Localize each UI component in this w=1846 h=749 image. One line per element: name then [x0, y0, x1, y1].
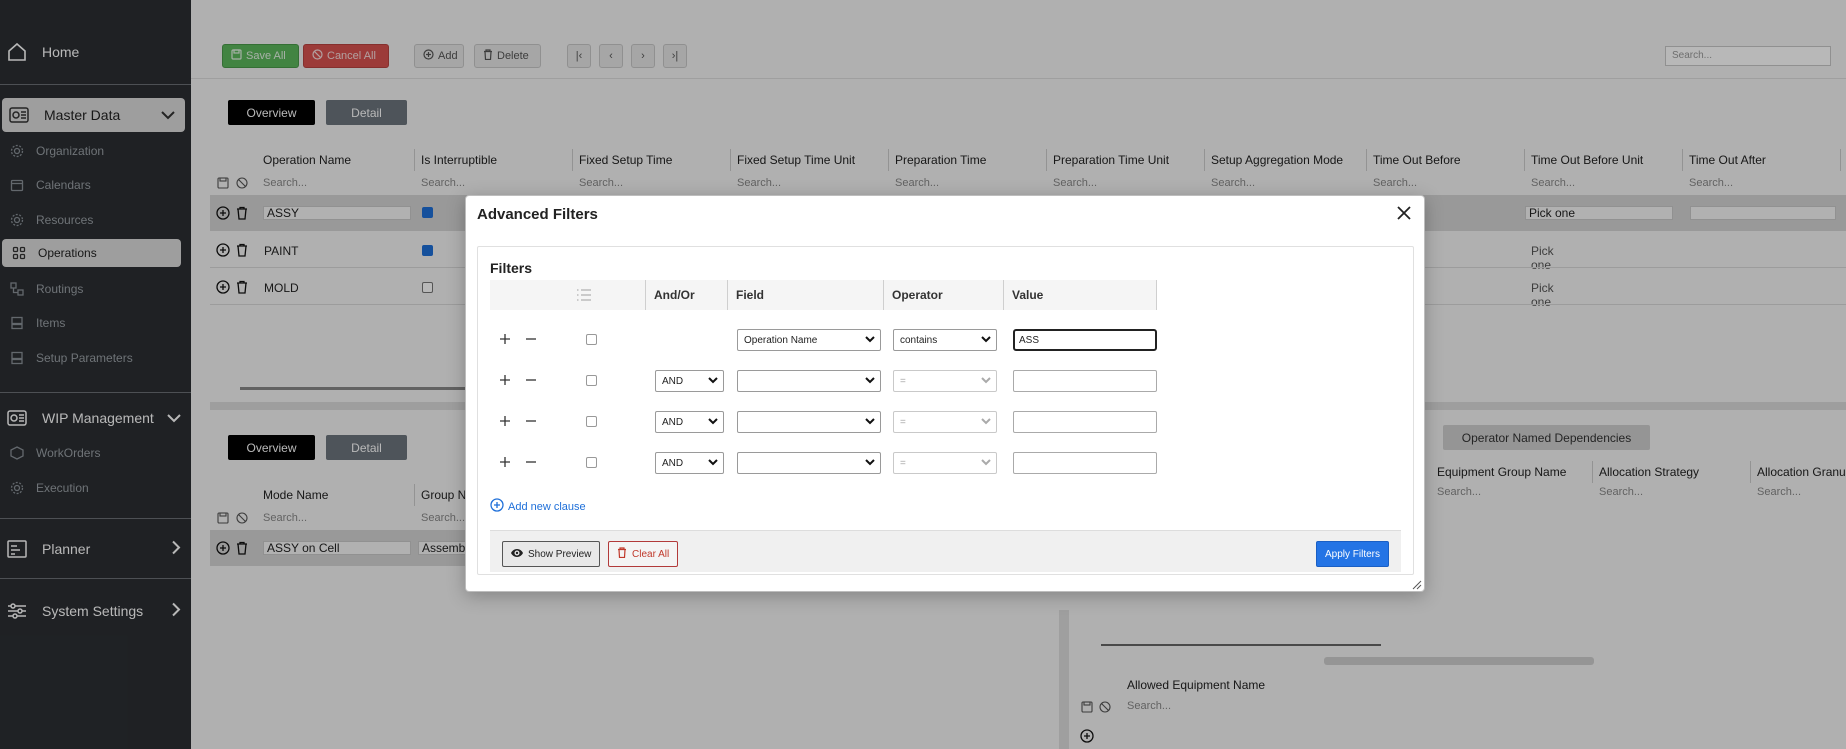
chevron-down-icon [865, 457, 875, 470]
show-preview-button[interactable]: Show Preview [502, 541, 601, 567]
value-input[interactable] [1013, 370, 1157, 392]
row-checkbox[interactable] [586, 375, 597, 386]
andor-select-value: AND [662, 457, 684, 469]
filters-heading: Filters [490, 260, 533, 276]
add-row-icon[interactable] [498, 332, 512, 346]
row-checkbox[interactable] [586, 457, 597, 468]
chevron-down-icon [981, 457, 991, 470]
filter-row: Operation Name contains ASS [490, 320, 1157, 360]
resize-handle-icon[interactable] [1412, 579, 1422, 590]
chevron-down-icon [865, 334, 875, 347]
operator-header: Operator [883, 280, 1003, 310]
chevron-down-icon [981, 334, 991, 347]
value-input[interactable] [1013, 411, 1157, 433]
chevron-down-icon [981, 416, 991, 429]
chevron-down-icon [708, 375, 718, 388]
andor-select[interactable]: AND [655, 452, 724, 474]
operator-select[interactable]: = [893, 411, 997, 433]
remove-row-icon[interactable] [524, 455, 538, 469]
filter-row: AND = [490, 402, 1157, 442]
operator-select-value: = [900, 416, 906, 428]
chevron-down-icon [981, 375, 991, 388]
value-header: Value [1003, 280, 1157, 310]
field-select[interactable] [737, 411, 881, 433]
show-preview-label: Show Preview [528, 548, 592, 560]
advanced-filters-dialog: Advanced Filters Filters And/Or Field Op… [465, 195, 1425, 592]
add-row-icon[interactable] [498, 373, 512, 387]
field-header: Field [727, 280, 883, 310]
add-row-icon[interactable] [498, 455, 512, 469]
andor-header: And/Or [645, 280, 727, 310]
add-row-icon[interactable] [498, 414, 512, 428]
remove-row-icon[interactable] [524, 414, 538, 428]
clear-all-button[interactable]: Clear All [608, 541, 679, 567]
plus-circle-icon [490, 498, 504, 515]
operator-select-value: = [900, 457, 906, 469]
andor-select-value: AND [662, 416, 684, 428]
operator-select-value: = [900, 375, 906, 387]
andor-select[interactable]: AND [655, 370, 724, 392]
close-button[interactable] [1394, 204, 1414, 224]
dialog-title: Advanced Filters [477, 206, 598, 223]
row-checkbox[interactable] [586, 416, 597, 427]
filters-panel: Filters And/Or Field Operator Value Oper… [477, 246, 1414, 575]
value-input[interactable]: ASS [1013, 329, 1157, 351]
field-select[interactable] [737, 452, 881, 474]
chevron-down-icon [865, 375, 875, 388]
operator-select[interactable]: contains [893, 329, 997, 351]
filter-row: AND = [490, 443, 1157, 483]
chevron-down-icon [708, 457, 718, 470]
andor-select-value: AND [662, 375, 684, 387]
filters-header-row: And/Or Field Operator Value [490, 280, 1157, 310]
filter-row: AND = [490, 361, 1157, 401]
remove-row-icon[interactable] [524, 332, 538, 346]
field-select[interactable] [737, 370, 881, 392]
operator-select-value: contains [900, 334, 938, 346]
row-checkbox[interactable] [586, 334, 597, 345]
remove-row-icon[interactable] [524, 373, 538, 387]
clear-all-label: Clear All [632, 548, 670, 560]
list-icon [576, 288, 592, 305]
trash-icon [617, 547, 627, 561]
field-select-value: Operation Name [744, 334, 818, 346]
operator-select[interactable]: = [893, 370, 997, 392]
dialog-footer: Show Preview Clear All Apply Filters [490, 530, 1401, 572]
add-new-clause-label: Add new clause [508, 500, 586, 513]
apply-filters-button[interactable]: Apply Filters [1315, 541, 1389, 567]
operator-select[interactable]: = [893, 452, 997, 474]
chevron-down-icon [708, 416, 718, 429]
close-icon [1397, 205, 1411, 223]
andor-select[interactable]: AND [655, 411, 724, 433]
eye-icon [511, 548, 523, 560]
chevron-down-icon [865, 416, 875, 429]
value-input[interactable] [1013, 452, 1157, 474]
field-select[interactable]: Operation Name [737, 329, 881, 351]
add-new-clause-link[interactable]: Add new clause [490, 498, 586, 515]
